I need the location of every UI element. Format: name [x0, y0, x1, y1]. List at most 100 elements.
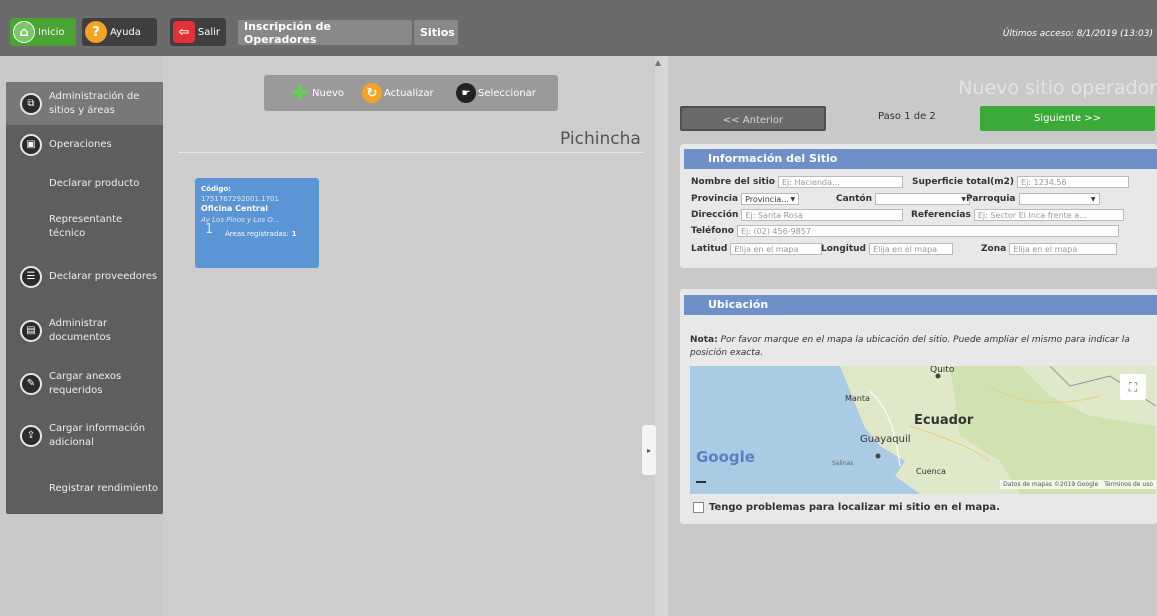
- plus-icon: ✚: [291, 81, 309, 105]
- site-info-panel: Información del Sitio Nombre del sitio E…: [680, 144, 1157, 268]
- superficie-input[interactable]: Ej: 1234.56: [1017, 176, 1130, 188]
- nav-inscripcion-operadores[interactable]: Inscripción de Operadores: [238, 20, 412, 46]
- step-indicator: Paso 1 de 2: [878, 111, 936, 122]
- sidebar-item-declarar-proveedores[interactable]: ☰ Declarar proveedores: [6, 262, 163, 292]
- provincia-value: Provincia...: [745, 195, 789, 204]
- actualizar-button[interactable]: ↻ Actualizar: [362, 83, 434, 103]
- site-code: 1751767292001.1701: [201, 195, 279, 203]
- salir-label: Salir: [197, 26, 220, 38]
- parroquia-select[interactable]: ▼: [1018, 193, 1100, 205]
- chevron-down-icon: ▼: [1090, 196, 1096, 203]
- prev-button[interactable]: << Anterior: [680, 106, 826, 131]
- site-count: 1: [205, 222, 214, 237]
- inicio-button[interactable]: ⌂ Inicio: [10, 18, 76, 46]
- sidebar-item-administracion-sitios[interactable]: ⧉ Administración de sitios y áreas: [6, 82, 163, 125]
- map-problem-label: Tengo problemas para localizar mi sitio …: [709, 502, 1000, 513]
- map-terms-link[interactable]: Términos de uso: [1104, 481, 1153, 488]
- canton-select[interactable]: ▼: [874, 193, 970, 205]
- sidebar-item-cargar-anexos[interactable]: ✎ Cargar anexos requeridos: [6, 369, 163, 399]
- map-label-manta: Manta: [845, 394, 870, 403]
- site-code-label: Código:: [201, 185, 231, 193]
- nuevo-label: Nuevo: [312, 87, 345, 99]
- sidebar-item-label: Registrar rendimiento: [49, 483, 158, 494]
- parroquia-label: Parroquia: [966, 194, 1016, 204]
- next-button[interactable]: Siguiente >>: [980, 106, 1155, 131]
- divider: [178, 152, 644, 153]
- sitemap-icon: ⧉: [20, 93, 42, 115]
- sidebar-item-representante-tecnico[interactable]: Representante técnico: [6, 212, 163, 242]
- superficie-label: Superficie total(m2): [912, 177, 1015, 187]
- latitud-label: Latitud: [691, 244, 728, 254]
- map-label-quito: Quito: [930, 366, 955, 375]
- canton-label: Cantón: [836, 194, 872, 204]
- note-label: Nota:: [690, 335, 718, 345]
- nombre-label: Nombre del sitio: [691, 177, 775, 187]
- scrollbar[interactable]: [655, 56, 668, 616]
- select-icon: ☛: [456, 83, 476, 103]
- areas-value: 1: [291, 230, 297, 238]
- nombre-input[interactable]: Ej: Hacienda...: [778, 176, 903, 188]
- sidebar: ⧉ Administración de sitios y áreas ▣ Ope…: [6, 82, 163, 514]
- sidebar-item-cargar-informacion[interactable]: ⇪ Cargar información adicional: [6, 421, 163, 451]
- top-bar: ⌂ Inicio ? Ayuda ⇦ Salir Inscripción de …: [0, 0, 1157, 56]
- scroll-up-arrow[interactable]: ▲: [652, 58, 664, 70]
- home-icon: ⌂: [13, 21, 35, 43]
- toolbar: ✚ Nuevo ↻ Actualizar ☛ Seleccionar: [264, 75, 558, 111]
- salir-button[interactable]: ⇦ Salir: [170, 18, 226, 46]
- chevron-down-icon: ▼: [790, 196, 796, 203]
- map-label-guayaquil: Guayaquil: [860, 434, 911, 445]
- telefono-input[interactable]: Ej: (02) 456-9857: [736, 225, 1119, 237]
- location-note: Nota: Por favor marque en el mapa la ubi…: [690, 334, 1135, 360]
- seleccionar-label: Seleccionar: [478, 87, 536, 99]
- sidebar-item-label: Declarar proveedores: [49, 271, 158, 282]
- sidebar-item-label: Representante técnico: [49, 214, 123, 239]
- exit-icon: ⇦: [173, 21, 195, 43]
- zona-input[interactable]: Elija en el mapa: [1009, 243, 1118, 255]
- site-card[interactable]: Código: 1751767292001.1701 Oficina Centr…: [195, 178, 319, 268]
- direccion-input[interactable]: Ej: Santa Rosa: [741, 209, 904, 221]
- sidebar-item-declarar-producto[interactable]: Declarar producto: [6, 176, 163, 192]
- areas-label: Áreas registradas:: [225, 230, 289, 238]
- site-name: Oficina Central: [201, 204, 268, 213]
- sidebar-item-administrar-documentos[interactable]: ▤ Administrar documentos: [6, 316, 163, 346]
- inicio-label: Inicio: [38, 26, 65, 38]
- sidebar-item-label: Administrar documentos: [49, 318, 111, 343]
- direccion-label: Dirección: [691, 210, 739, 220]
- map-attribution: Datos de mapas ©2019 Google Términos de …: [1000, 480, 1156, 489]
- attachment-icon: ✎: [20, 373, 42, 395]
- map-label-ecuador: Ecuador: [914, 413, 974, 428]
- fullscreen-icon[interactable]: ⛶: [1120, 374, 1146, 400]
- provincia-select[interactable]: Provincia... ▼: [741, 193, 800, 205]
- upload-icon: ⇪: [20, 425, 42, 447]
- nuevo-button[interactable]: ✚ Nuevo: [290, 81, 345, 105]
- refresh-icon: ↻: [362, 83, 382, 103]
- referencias-input[interactable]: Ej: Sector El Inca frente a...: [973, 209, 1124, 221]
- seleccionar-button[interactable]: ☛ Seleccionar: [456, 83, 536, 103]
- site-info-header: Información del Sitio: [684, 149, 1157, 169]
- splitter-handle[interactable]: ▸: [642, 425, 656, 475]
- actualizar-label: Actualizar: [384, 87, 434, 99]
- sidebar-item-label: Declarar producto: [49, 178, 140, 189]
- location-header: Ubicación: [684, 295, 1157, 315]
- referencias-label: Referencias: [911, 210, 971, 220]
- sidebar-item-label: Cargar información adicional: [49, 423, 146, 448]
- zona-label: Zona: [981, 244, 1007, 254]
- nav-sitios[interactable]: Sitios: [414, 20, 458, 45]
- operations-icon: ▣: [20, 134, 42, 156]
- sidebar-item-label: Cargar anexos requeridos: [49, 371, 122, 396]
- map-attribution-text: Datos de mapas ©2019 Google: [1003, 481, 1099, 488]
- longitud-input[interactable]: Elija en el mapa: [869, 243, 954, 255]
- latitud-input[interactable]: Elija en el mapa: [730, 243, 823, 255]
- map-problem-checkbox[interactable]: [693, 502, 704, 513]
- last-access-text: Últimos acceso: 8/1/2019 (13:03): [1002, 29, 1153, 39]
- google-logo: Google: [696, 448, 755, 466]
- ayuda-button[interactable]: ? Ayuda: [82, 18, 157, 46]
- sidebar-item-label: Administración de sitios y áreas: [49, 90, 140, 116]
- ayuda-label: Ayuda: [110, 26, 141, 38]
- provincia-label: Provincia: [691, 194, 739, 204]
- sidebar-item-operaciones[interactable]: ▣ Operaciones: [6, 134, 163, 156]
- location-map[interactable]: Quito Manta Ecuador Guayaquil Salinas Cu…: [690, 366, 1156, 494]
- sidebar-item-registrar-rendimiento[interactable]: Registrar rendimiento: [6, 474, 163, 504]
- map-problem-checkbox-row[interactable]: Tengo problemas para localizar mi sitio …: [693, 502, 1000, 513]
- longitud-label: Longitud: [821, 244, 867, 254]
